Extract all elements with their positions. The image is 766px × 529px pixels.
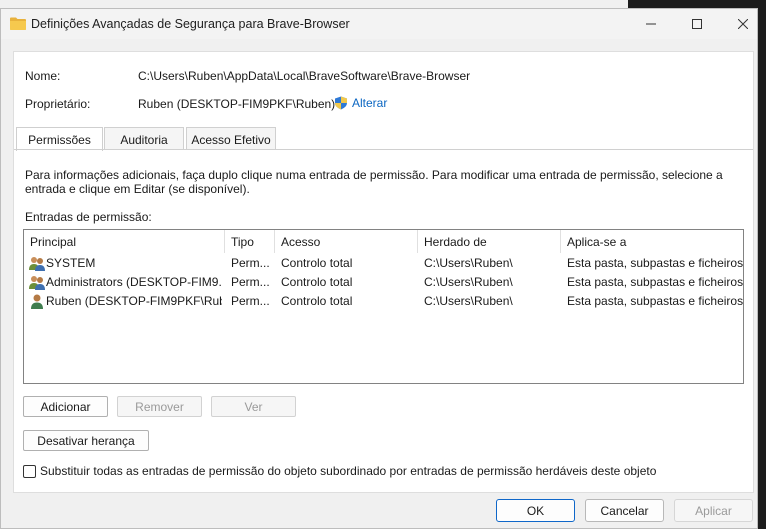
- remove-button[interactable]: Remover: [117, 396, 202, 417]
- ok-button[interactable]: OK: [496, 499, 575, 522]
- cell-access: Controlo total: [281, 275, 353, 289]
- permission-entries-list[interactable]: Principal Tipo Acesso Herdado de Aplica-…: [23, 229, 744, 384]
- maximize-icon: [692, 19, 702, 29]
- close-button[interactable]: [723, 12, 763, 36]
- close-icon: [738, 19, 748, 29]
- cell-type: Perm...: [231, 256, 270, 270]
- minimize-icon: [646, 23, 656, 25]
- cell-inherited-from: C:\Users\Ruben\: [424, 294, 513, 308]
- cell-access: Controlo total: [281, 294, 353, 308]
- tab-divider: [14, 149, 753, 150]
- group-users-icon: [29, 276, 45, 290]
- maximize-button[interactable]: [677, 12, 717, 36]
- table-row[interactable]: Administrators (DESKTOP-FIM9... Perm... …: [24, 273, 743, 292]
- tab-auditing[interactable]: Auditoria: [104, 127, 184, 150]
- change-owner-link[interactable]: Alterar: [334, 96, 387, 110]
- column-header-inherited-from[interactable]: Herdado de: [418, 230, 561, 253]
- folder-icon: [10, 17, 26, 30]
- apply-button[interactable]: Aplicar: [674, 499, 753, 522]
- cell-type: Perm...: [231, 294, 270, 308]
- cell-applies-to: Esta pasta, subpastas e ficheiros: [567, 294, 744, 308]
- owner-value: Ruben (DESKTOP-FIM9PKF\Ruben): [138, 97, 336, 111]
- replace-child-permissions-label: Substituir todas as entradas de permissã…: [40, 464, 657, 478]
- cell-applies-to: Esta pasta, subpastas e ficheiros: [567, 256, 744, 270]
- title-bar[interactable]: Definições Avançadas de Segurança para B…: [1, 9, 757, 39]
- info-text: Para informações adicionais, faça duplo …: [25, 168, 723, 196]
- minimize-button[interactable]: [631, 12, 671, 36]
- table-row[interactable]: Ruben (DESKTOP-FIM9PKF\Rub... Perm... Co…: [24, 292, 743, 311]
- tab-permissions[interactable]: Permissões: [16, 127, 103, 151]
- cell-type: Perm...: [231, 275, 270, 289]
- list-header: Principal Tipo Acesso Herdado de Aplica-…: [24, 230, 743, 253]
- name-label: Nome:: [25, 69, 61, 83]
- shield-icon: [335, 96, 347, 110]
- replace-child-permissions-checkbox[interactable]: [23, 464, 36, 478]
- window-title: Definições Avançadas de Segurança para B…: [31, 17, 350, 31]
- cell-access: Controlo total: [281, 256, 353, 270]
- view-button[interactable]: Ver: [211, 396, 296, 417]
- name-value: C:\Users\Ruben\AppData\Local\BraveSoftwa…: [138, 69, 471, 83]
- cell-principal: Ruben (DESKTOP-FIM9PKF\Rub...: [46, 294, 222, 308]
- group-users-icon: [29, 257, 45, 271]
- column-header-applies-to[interactable]: Aplica-se a: [561, 230, 743, 253]
- cancel-button[interactable]: Cancelar: [585, 499, 664, 522]
- cell-inherited-from: C:\Users\Ruben\: [424, 275, 513, 289]
- column-header-access[interactable]: Acesso: [275, 230, 418, 253]
- owner-label: Proprietário:: [25, 97, 91, 111]
- single-user-icon: [31, 294, 43, 309]
- cell-applies-to: Esta pasta, subpastas e ficheiros: [567, 275, 744, 289]
- column-header-type[interactable]: Tipo: [225, 230, 275, 253]
- tab-effective-access[interactable]: Acesso Efetivo: [186, 127, 276, 150]
- table-row[interactable]: SYSTEM Perm... Controlo total C:\Users\R…: [24, 254, 743, 273]
- cell-inherited-from: C:\Users\Ruben\: [424, 256, 513, 270]
- add-button[interactable]: Adicionar: [23, 396, 108, 417]
- change-owner-text: Alterar: [352, 96, 388, 110]
- disable-inheritance-button[interactable]: Desativar herança: [23, 430, 149, 451]
- column-header-principal[interactable]: Principal: [24, 230, 225, 253]
- cell-principal: Administrators (DESKTOP-FIM9...: [46, 275, 222, 289]
- permission-entries-label: Entradas de permissão:: [25, 210, 152, 224]
- replace-child-permissions-option[interactable]: Substituir todas as entradas de permissã…: [23, 464, 656, 478]
- dialog-content: Nome: C:\Users\Ruben\AppData\Local\Brave…: [13, 51, 754, 493]
- security-settings-dialog: Definições Avançadas de Segurança para B…: [0, 8, 758, 529]
- cell-principal: SYSTEM: [46, 256, 96, 270]
